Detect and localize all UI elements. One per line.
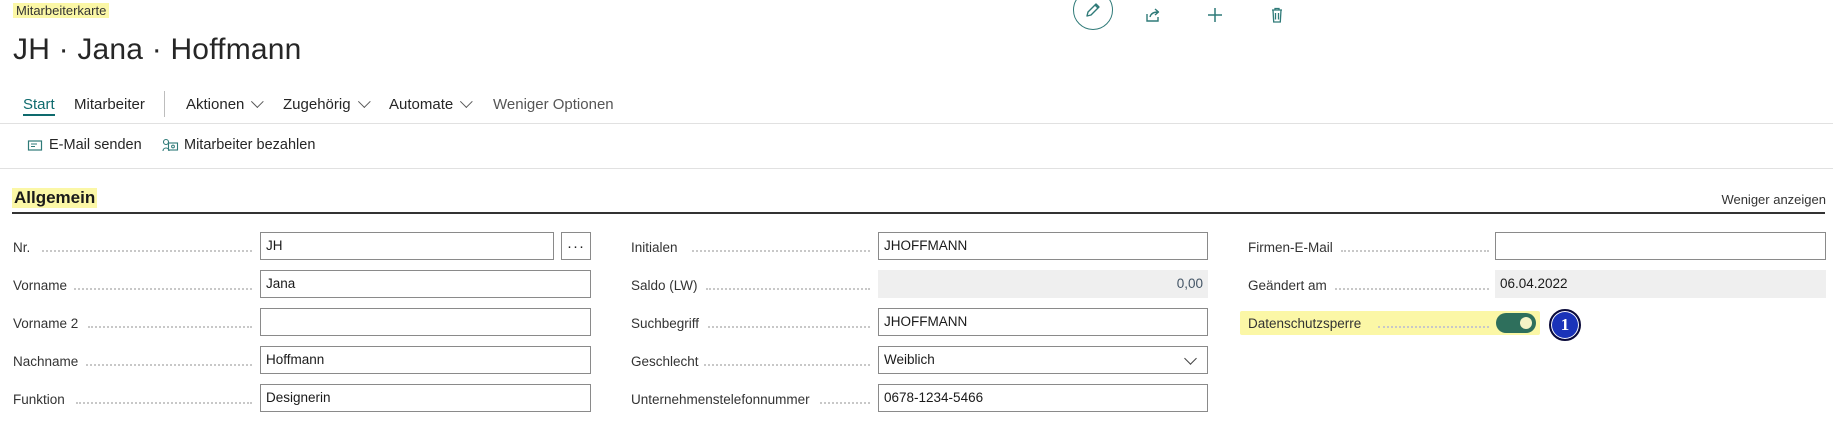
leader-dots: [1378, 326, 1489, 328]
leader-dots: [692, 250, 870, 252]
toggle-knob: [1520, 317, 1532, 329]
leader-dots: [88, 326, 252, 328]
payment-icon: [162, 138, 179, 151]
leader-dots: [820, 402, 870, 404]
menu-zugehoerig-label: Zugehörig: [283, 96, 351, 113]
section-underline: [12, 212, 1825, 214]
delete-button[interactable]: [1257, 0, 1297, 30]
page-title: JH · Jana · Hoffmann: [13, 33, 302, 66]
firmen-email-label: Firmen-E-Mail: [1248, 240, 1333, 255]
trash-icon: [1272, 7, 1282, 23]
show-less-button[interactable]: Weniger anzeigen: [1721, 192, 1826, 207]
more-icon: ···: [567, 237, 585, 255]
fewer-options-button[interactable]: Weniger Optionen: [493, 96, 614, 113]
nav-divider: [164, 91, 165, 117]
chevron-down-icon: [357, 95, 371, 109]
leader-dots: [708, 326, 870, 328]
nachname-label: Nachname: [13, 354, 79, 369]
new-button[interactable]: [1195, 0, 1235, 30]
pay-employee-button[interactable]: Mitarbeiter bezahlen: [162, 137, 315, 153]
section-title: Allgemein: [12, 188, 98, 208]
geschlecht-select[interactable]: Weiblich: [878, 346, 1208, 374]
leader-dots: [42, 250, 252, 252]
tab-mitarbeiter[interactable]: Mitarbeiter: [74, 96, 145, 113]
chevron-down-icon: [1184, 352, 1197, 365]
geschlecht-label: Geschlecht: [631, 354, 699, 369]
leader-dots: [86, 364, 252, 366]
menu-aktionen-label: Aktionen: [186, 96, 245, 113]
menu-automate-label: Automate: [389, 96, 454, 113]
send-email-label: E-Mail senden: [49, 137, 142, 153]
share-button[interactable]: [1133, 0, 1173, 30]
edit-button[interactable]: [1073, 0, 1113, 30]
leader-dots: [1335, 288, 1489, 290]
leader-dots: [74, 288, 252, 290]
geschlecht-value: Weiblich: [884, 352, 935, 367]
funktion-label: Funktion: [13, 392, 65, 407]
leader-dots: [1341, 250, 1489, 252]
nav-divider-line: [0, 123, 1833, 124]
nachname-field[interactable]: Hoffmann: [260, 346, 591, 374]
vorname2-field[interactable]: [260, 308, 591, 336]
action-divider-line: [0, 168, 1833, 169]
vorname2-label: Vorname 2: [13, 316, 79, 331]
nr-field[interactable]: JH: [260, 232, 554, 260]
menu-zugehoerig[interactable]: Zugehörig: [283, 95, 371, 113]
datenschutz-toggle[interactable]: [1496, 313, 1536, 333]
initialen-label: Initialen: [631, 240, 678, 255]
tab-start[interactable]: Start: [23, 96, 55, 116]
pay-employee-label: Mitarbeiter bezahlen: [184, 137, 316, 153]
page-caption: Mitarbeiterkarte: [13, 3, 110, 18]
leader-dots: [704, 364, 870, 366]
leader-dots: [706, 288, 870, 290]
suchbegriff-field[interactable]: JHOFFMANN: [878, 308, 1208, 336]
suchbegriff-label: Suchbegriff: [631, 316, 700, 331]
geaendert-value: 06.04.2022: [1495, 270, 1826, 298]
saldo-label: Saldo (LW): [631, 278, 698, 293]
telefon-field[interactable]: 0678-1234-5466: [878, 384, 1208, 412]
menu-automate[interactable]: Automate: [389, 95, 473, 113]
menu-aktionen[interactable]: Aktionen: [186, 95, 265, 113]
send-email-button[interactable]: E-Mail senden: [27, 137, 142, 153]
step-badge: 1: [1549, 309, 1581, 341]
funktion-field[interactable]: Designerin: [260, 384, 591, 412]
share-icon: [1146, 8, 1160, 22]
plus-icon: [1208, 8, 1222, 22]
firmen-email-field[interactable]: [1495, 232, 1826, 260]
nr-label: Nr.: [13, 240, 31, 255]
telefon-label: Unternehmenstelefonnummer: [631, 392, 810, 407]
pencil-icon: [1086, 3, 1100, 17]
geaendert-label: Geändert am: [1248, 278, 1327, 293]
vorname-label: Vorname: [13, 278, 68, 293]
chevron-down-icon: [251, 95, 265, 109]
initialen-field[interactable]: JHOFFMANN: [878, 232, 1208, 260]
leader-dots: [76, 402, 252, 404]
nr-lookup-button[interactable]: ···: [561, 232, 591, 260]
datenschutz-label: Datenschutzsperre: [1248, 316, 1362, 331]
email-icon: [27, 139, 43, 151]
vorname-field[interactable]: Jana: [260, 270, 591, 298]
chevron-down-icon: [460, 95, 473, 109]
saldo-value: 0,00: [878, 270, 1208, 298]
